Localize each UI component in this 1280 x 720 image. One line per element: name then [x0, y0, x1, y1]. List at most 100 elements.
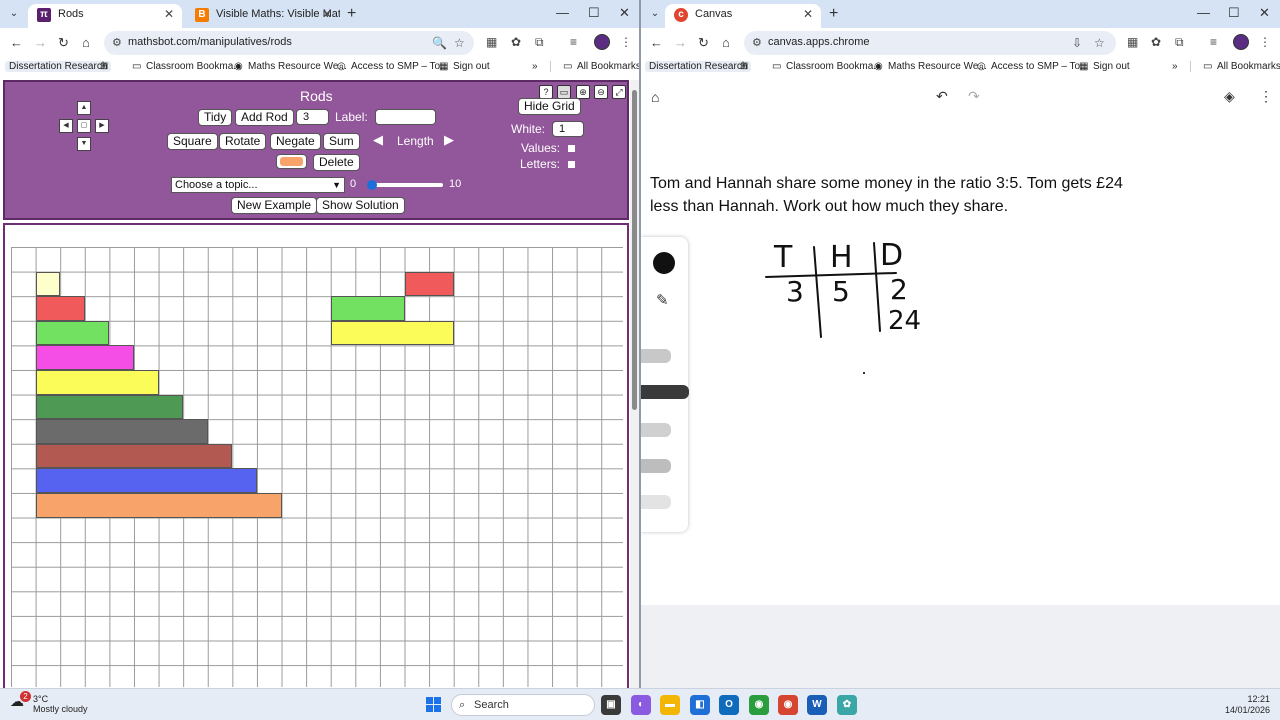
rod-6[interactable]: [35, 394, 184, 420]
new-tab-icon[interactable]: +: [829, 5, 838, 23]
move-down-icon[interactable]: ▼: [77, 137, 91, 151]
scrollbar-thumb[interactable]: [632, 90, 637, 410]
chrome-profile-icon[interactable]: ◉: [778, 695, 798, 715]
hide-grid-button[interactable]: Hide Grid: [518, 98, 581, 115]
negate-button[interactable]: Negate: [270, 133, 321, 150]
rod-1[interactable]: [35, 271, 61, 297]
close-window-icon[interactable]: ✕: [1259, 5, 1270, 21]
bookmark-smp[interactable]: ◎ Access to SMP – To...: [977, 61, 1088, 72]
new-tab-icon[interactable]: +: [347, 5, 356, 23]
extension-icon[interactable]: ✿: [511, 35, 521, 49]
bookmark-dissertation[interactable]: Dissertation Research: [645, 61, 752, 72]
outlook-icon[interactable]: O: [719, 695, 739, 715]
start-button[interactable]: [426, 697, 442, 713]
install-app-icon[interactable]: ⇩: [1072, 36, 1082, 50]
sum-button[interactable]: Sum: [323, 133, 360, 150]
store-icon[interactable]: ◧: [690, 695, 710, 715]
white-value-input[interactable]: 1: [552, 121, 584, 137]
delete-button[interactable]: Delete: [313, 154, 360, 171]
zoom-in-icon[interactable]: ⊕: [576, 85, 590, 99]
extension-icon[interactable]: ▦: [486, 35, 497, 49]
canvas-menu-icon[interactable]: ⋮: [1259, 88, 1273, 105]
label-input[interactable]: [375, 109, 436, 125]
tab-search-icon[interactable]: ⌄: [6, 6, 22, 22]
bookmark-sign-out[interactable]: ▦ Sign out: [439, 61, 490, 72]
chrome-icon[interactable]: ◉: [749, 695, 769, 715]
move-left-icon[interactable]: ◀: [59, 119, 73, 133]
reload-icon[interactable]: ↻: [58, 35, 69, 51]
apps-grid-icon[interactable]: ⊞: [100, 61, 108, 72]
zoom-icon[interactable]: 🔍: [432, 36, 447, 50]
tidy-button[interactable]: Tidy: [198, 109, 233, 126]
zoom-out-icon[interactable]: ⊖: [594, 85, 608, 99]
colour-picker[interactable]: [276, 154, 307, 169]
taskbar-search[interactable]: ⌕ Search: [451, 694, 595, 716]
rod-9[interactable]: [35, 468, 257, 493]
show-solution-button[interactable]: Show Solution: [316, 197, 405, 214]
rod-red-ratio[interactable]: [404, 271, 454, 297]
reload-icon[interactable]: ↻: [698, 35, 709, 51]
letters-checkbox[interactable]: [568, 161, 575, 168]
redo-icon[interactable]: ↷: [968, 88, 980, 105]
file-explorer-icon[interactable]: ▬: [660, 695, 680, 715]
range-slider-thumb[interactable]: [367, 180, 377, 190]
highlighter-tool-icon[interactable]: [641, 459, 671, 473]
colour-picker-black[interactable]: [653, 252, 675, 274]
undo-icon[interactable]: ↶: [936, 88, 948, 105]
extension-icon[interactable]: ✿: [1151, 35, 1161, 49]
site-info-icon[interactable]: ⚙: [112, 36, 122, 49]
vertical-scrollbar[interactable]: [630, 80, 639, 688]
bookmarks-overflow-icon[interactable]: »: [532, 61, 538, 72]
values-checkbox[interactable]: [568, 145, 575, 152]
profile-avatar[interactable]: [594, 34, 610, 50]
tab-canvas[interactable]: c Canvas ✕: [665, 4, 821, 28]
home-icon[interactable]: ⌂: [82, 35, 90, 50]
bookmark-star-icon[interactable]: ☆: [454, 36, 465, 50]
pen-colour-icon[interactable]: ✎: [656, 291, 669, 309]
copilot-icon[interactable]: ◐: [631, 695, 651, 715]
rod-5[interactable]: [35, 370, 159, 395]
profile-avatar[interactable]: [1233, 34, 1249, 50]
canvas-surface[interactable]: ⌂ ↶ ↷ ◈ ⋮ Tom and Hannah share some mone…: [641, 80, 1280, 605]
new-example-button[interactable]: New Example: [231, 197, 318, 214]
tab-rods[interactable]: π Rods ✕: [28, 4, 182, 28]
canvas-home-icon[interactable]: ⌂: [651, 89, 659, 105]
move-up-icon[interactable]: ▲: [77, 101, 91, 115]
extensions-puzzle-icon[interactable]: ⧉: [1175, 35, 1184, 50]
rod-green-ratio[interactable]: [330, 296, 405, 321]
all-bookmarks[interactable]: ▭ All Bookmarks: [1190, 61, 1280, 72]
minimize-icon[interactable]: —: [556, 5, 569, 20]
maximize-icon[interactable]: ☐: [1228, 5, 1240, 21]
media-controls-icon[interactable]: ≡: [1210, 35, 1217, 49]
eraser-tool-icon[interactable]: [641, 495, 671, 509]
extension-icon[interactable]: ▦: [1127, 35, 1138, 49]
bookmark-classroom[interactable]: ▭ Classroom Bookma...: [132, 61, 242, 72]
bookmark-smp[interactable]: ◎ Access to SMP – To...: [337, 61, 448, 72]
rod-yellow-ratio[interactable]: [330, 320, 454, 346]
apps-grid-icon[interactable]: ⊞: [740, 61, 748, 72]
fullscreen-icon[interactable]: ⤢: [612, 85, 626, 99]
pen-tool-icon[interactable]: [641, 385, 689, 399]
marker-tool-icon[interactable]: [641, 423, 671, 437]
tab-search-icon[interactable]: ⌄: [647, 6, 663, 22]
forward-icon[interactable]: →: [674, 35, 687, 50]
range-slider-track[interactable]: [369, 183, 443, 187]
rod-3[interactable]: [35, 320, 110, 346]
maximize-icon[interactable]: ☐: [588, 5, 600, 21]
add-rod-button[interactable]: Add Rod: [235, 109, 294, 126]
add-rod-length-input[interactable]: 3: [296, 109, 329, 125]
rotate-button[interactable]: Rotate: [219, 133, 267, 150]
media-controls-icon[interactable]: ≡: [570, 35, 577, 49]
length-decrease-icon[interactable]: ◀: [373, 132, 383, 148]
rods-workspace[interactable]: [3, 223, 629, 688]
all-bookmarks[interactable]: ▭ All Bookmarks: [550, 61, 639, 72]
weather-widget[interactable]: ☁ 2 3°C Mostly cloudy: [10, 691, 88, 714]
square-button[interactable]: Square: [167, 133, 218, 150]
rod-7[interactable]: [35, 419, 208, 444]
address-bar[interactable]: ⚙ mathsbot.com/manipulatives/rods 🔍 ☆: [104, 31, 474, 55]
menu-kebab-icon[interactable]: ⋮: [1259, 35, 1271, 49]
close-tab-icon[interactable]: ✕: [803, 4, 813, 24]
site-info-icon[interactable]: ⚙: [752, 36, 762, 49]
pencil-tool-icon[interactable]: [641, 349, 671, 363]
whiteboard-icon[interactable]: ▭: [557, 85, 571, 99]
